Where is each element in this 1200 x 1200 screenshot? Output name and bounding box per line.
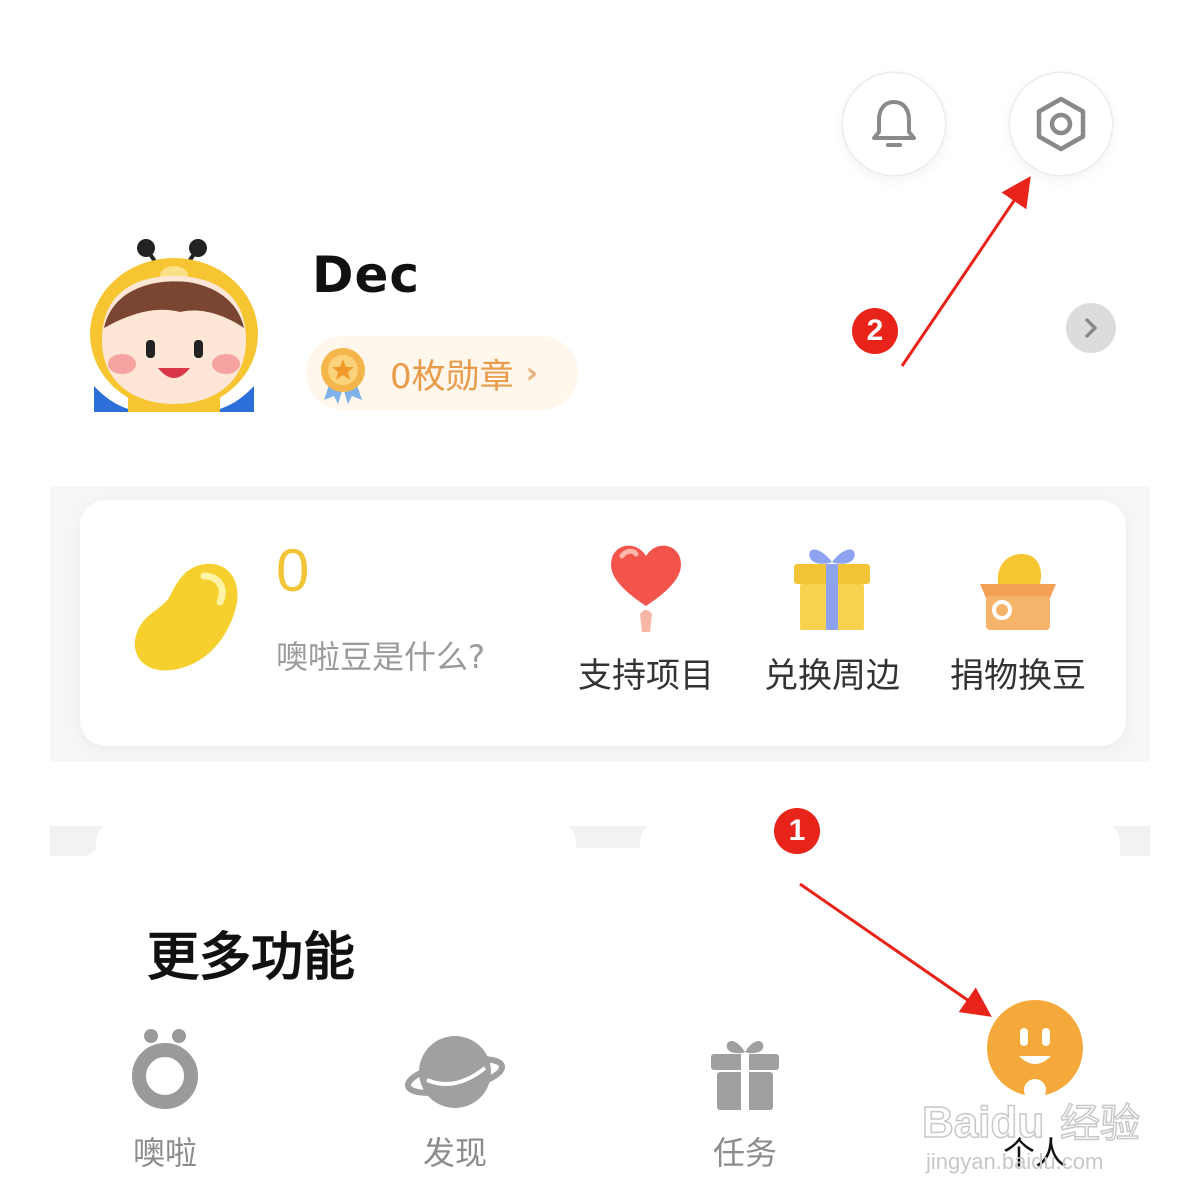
gift-box-icon — [794, 549, 870, 630]
tab-tasks[interactable]: 任务 — [655, 1022, 835, 1174]
tab-tasks-label: 任务 — [712, 1134, 777, 1172]
chevron-right-icon — [1085, 318, 1097, 338]
more-features-title: 更多功能 — [147, 928, 356, 988]
bean-help-link[interactable]: 噢啦豆是什么? — [276, 632, 485, 678]
donate-items-button[interactable]: 捐物换豆 — [938, 540, 1098, 697]
exchange-merch-button[interactable]: 兑换周边 — [752, 540, 912, 697]
smiley-face-icon — [987, 1000, 1083, 1101]
badge-count-label: 0枚勋章 — [390, 356, 514, 397]
planet-icon — [404, 1036, 506, 1108]
ola-logo-icon — [132, 1029, 198, 1109]
bean-icon — [134, 563, 238, 671]
notifications-button[interactable] — [843, 73, 945, 175]
profile-detail-button[interactable] — [1066, 303, 1116, 353]
heart-balloon-icon — [611, 545, 681, 632]
badges-button[interactable]: 0枚勋章 › — [306, 336, 578, 410]
medal-icon — [321, 348, 365, 404]
support-project-button[interactable]: 支持项目 — [566, 540, 726, 697]
tab-discover[interactable]: 发现 — [365, 1022, 545, 1174]
donate-items-label: 捐物换豆 — [950, 656, 1086, 696]
tab-me-label: 个人 — [1002, 1134, 1067, 1172]
annotation-marker-1: 1 — [774, 808, 820, 854]
bell-icon — [872, 100, 916, 147]
bottom-tab-bar: 噢啦 发现 任务 个人 — [0, 1000, 1200, 1200]
username: Dec — [312, 246, 421, 304]
tab-ola-label: 噢啦 — [132, 1134, 197, 1172]
donation-box-icon — [980, 554, 1056, 630]
annotation-marker-2: 2 — [852, 308, 898, 354]
avatar[interactable] — [88, 236, 260, 412]
support-project-label: 支持项目 — [578, 656, 714, 696]
hexagon-gear-icon — [1036, 96, 1086, 152]
gift-icon — [711, 1041, 779, 1110]
bean-count: 0 — [276, 537, 310, 604]
tab-ola[interactable]: 噢啦 — [75, 1022, 255, 1174]
tab-discover-label: 发现 — [422, 1134, 487, 1172]
settings-button[interactable] — [1010, 73, 1112, 175]
chevron-right-icon: › — [525, 355, 539, 391]
exchange-merch-label: 兑换周边 — [764, 656, 900, 696]
tab-me[interactable]: 个人 — [945, 1000, 1125, 1174]
